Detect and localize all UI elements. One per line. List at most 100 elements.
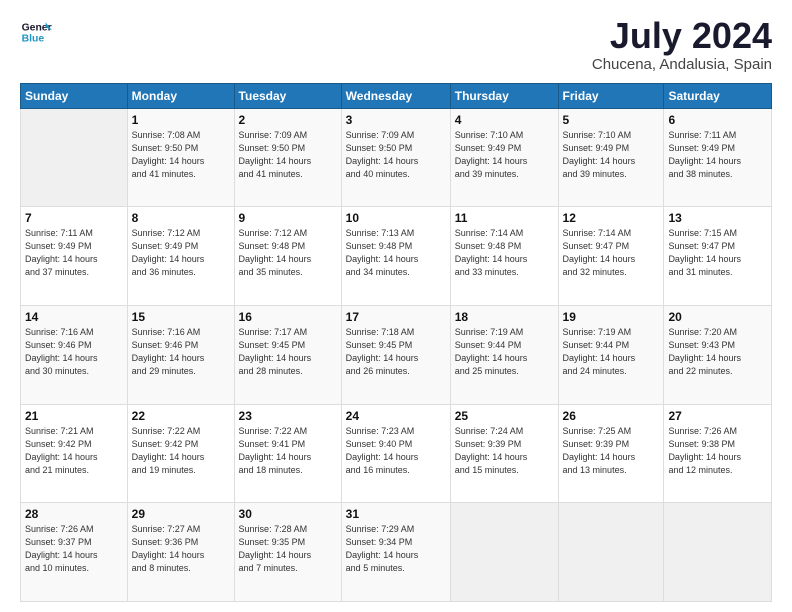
header-thursday: Thursday bbox=[450, 83, 558, 108]
day-number: 11 bbox=[455, 211, 554, 225]
calendar-cell: 3 Sunrise: 7:09 AM Sunset: 9:50 PM Daylig… bbox=[341, 108, 450, 207]
week-row-3: 14 Sunrise: 7:16 AM Sunset: 9:46 PM Dayli… bbox=[21, 305, 772, 404]
day-number: 15 bbox=[132, 310, 230, 324]
calendar-cell: 19 Sunrise: 7:19 AM Sunset: 9:44 PM Dayli… bbox=[558, 305, 664, 404]
day-info: Sunrise: 7:29 AM Sunset: 9:34 PM Dayligh… bbox=[346, 523, 446, 575]
day-info: Sunrise: 7:19 AM Sunset: 9:44 PM Dayligh… bbox=[563, 326, 660, 378]
main-title: July 2024 bbox=[592, 16, 772, 56]
day-number: 13 bbox=[668, 211, 767, 225]
day-info: Sunrise: 7:12 AM Sunset: 9:49 PM Dayligh… bbox=[132, 227, 230, 279]
calendar-cell: 2Sunrise: 7:09 AM Sunset: 9:50 PM Daylig… bbox=[234, 108, 341, 207]
day-info: Sunrise: 7:11 AM Sunset: 9:49 PM Dayligh… bbox=[25, 227, 123, 279]
header-monday: Monday bbox=[127, 83, 234, 108]
day-number: 27 bbox=[668, 409, 767, 423]
day-number: 16 bbox=[239, 310, 337, 324]
calendar-table: Sunday Monday Tuesday Wednesday Thursday… bbox=[20, 83, 772, 602]
day-info: Sunrise: 7:24 AM Sunset: 9:39 PM Dayligh… bbox=[455, 425, 554, 477]
calendar-cell: 31 Sunrise: 7:29 AM Sunset: 9:34 PM Dayli… bbox=[341, 503, 450, 602]
calendar-cell: 23 Sunrise: 7:22 AM Sunset: 9:41 PM Dayli… bbox=[234, 404, 341, 503]
calendar-cell: 28Sunrise: 7:26 AM Sunset: 9:37 PM Dayli… bbox=[21, 503, 128, 602]
day-number: 5 bbox=[563, 113, 660, 127]
week-row-5: 28Sunrise: 7:26 AM Sunset: 9:37 PM Dayli… bbox=[21, 503, 772, 602]
day-number: 10 bbox=[346, 211, 446, 225]
header-sunday: Sunday bbox=[21, 83, 128, 108]
day-info: Sunrise: 7:13 AM Sunset: 9:48 PM Dayligh… bbox=[346, 227, 446, 279]
day-number: 18 bbox=[455, 310, 554, 324]
day-number: 20 bbox=[668, 310, 767, 324]
calendar-cell: 20 Sunrise: 7:20 AM Sunset: 9:43 PM Dayli… bbox=[664, 305, 772, 404]
header-tuesday: Tuesday bbox=[234, 83, 341, 108]
calendar-cell: 8 Sunrise: 7:12 AM Sunset: 9:49 PM Daylig… bbox=[127, 207, 234, 306]
day-number: 8 bbox=[132, 211, 230, 225]
calendar-cell: 18Sunrise: 7:19 AM Sunset: 9:44 PM Dayli… bbox=[450, 305, 558, 404]
day-info: Sunrise: 7:15 AM Sunset: 9:47 PM Dayligh… bbox=[668, 227, 767, 279]
day-info: Sunrise: 7:11 AM Sunset: 9:49 PM Dayligh… bbox=[668, 129, 767, 181]
calendar-cell: 17 Sunrise: 7:18 AM Sunset: 9:45 PM Dayli… bbox=[341, 305, 450, 404]
day-info: Sunrise: 7:25 AM Sunset: 9:39 PM Dayligh… bbox=[563, 425, 660, 477]
calendar-cell: 12 Sunrise: 7:14 AM Sunset: 9:47 PM Dayli… bbox=[558, 207, 664, 306]
header-friday: Friday bbox=[558, 83, 664, 108]
day-info: Sunrise: 7:10 AM Sunset: 9:49 PM Dayligh… bbox=[563, 129, 660, 181]
day-info: Sunrise: 7:09 AM Sunset: 9:50 PM Dayligh… bbox=[346, 129, 446, 181]
day-info: Sunrise: 7:16 AM Sunset: 9:46 PM Dayligh… bbox=[132, 326, 230, 378]
day-number: 7 bbox=[25, 211, 123, 225]
calendar-cell: 27Sunrise: 7:26 AM Sunset: 9:38 PM Dayli… bbox=[664, 404, 772, 503]
day-number: 17 bbox=[346, 310, 446, 324]
calendar-cell: 24 Sunrise: 7:23 AM Sunset: 9:40 PM Dayli… bbox=[341, 404, 450, 503]
subtitle: Chucena, Andalusia, Spain bbox=[592, 56, 772, 73]
calendar-cell: 13 Sunrise: 7:15 AM Sunset: 9:47 PM Dayli… bbox=[664, 207, 772, 306]
header-wednesday: Wednesday bbox=[341, 83, 450, 108]
calendar-cell: 9 Sunrise: 7:12 AM Sunset: 9:48 PM Daylig… bbox=[234, 207, 341, 306]
day-number: 24 bbox=[346, 409, 446, 423]
day-info: Sunrise: 7:22 AM Sunset: 9:42 PM Dayligh… bbox=[132, 425, 230, 477]
day-number: 29 bbox=[132, 507, 230, 521]
day-number: 25 bbox=[455, 409, 554, 423]
day-info: Sunrise: 7:14 AM Sunset: 9:47 PM Dayligh… bbox=[563, 227, 660, 279]
day-info: Sunrise: 7:21 AM Sunset: 9:42 PM Dayligh… bbox=[25, 425, 123, 477]
calendar-cell: 16Sunrise: 7:17 AM Sunset: 9:45 PM Dayli… bbox=[234, 305, 341, 404]
calendar-cell: 1 Sunrise: 7:08 AM Sunset: 9:50 PM Daylig… bbox=[127, 108, 234, 207]
calendar-cell: 15 Sunrise: 7:16 AM Sunset: 9:46 PM Dayli… bbox=[127, 305, 234, 404]
day-number: 22 bbox=[132, 409, 230, 423]
day-number: 14 bbox=[25, 310, 123, 324]
calendar-cell: 7 Sunrise: 7:11 AM Sunset: 9:49 PM Daylig… bbox=[21, 207, 128, 306]
calendar-cell bbox=[558, 503, 664, 602]
page: General Blue July 2024 Chucena, Andalusi… bbox=[0, 0, 792, 612]
calendar-cell: 21Sunrise: 7:21 AM Sunset: 9:42 PM Dayli… bbox=[21, 404, 128, 503]
day-number: 12 bbox=[563, 211, 660, 225]
day-number: 23 bbox=[239, 409, 337, 423]
calendar-cell: 4Sunrise: 7:10 AM Sunset: 9:49 PM Daylig… bbox=[450, 108, 558, 207]
day-info: Sunrise: 7:18 AM Sunset: 9:45 PM Dayligh… bbox=[346, 326, 446, 378]
week-row-1: 1 Sunrise: 7:08 AM Sunset: 9:50 PM Daylig… bbox=[21, 108, 772, 207]
day-info: Sunrise: 7:12 AM Sunset: 9:48 PM Dayligh… bbox=[239, 227, 337, 279]
svg-text:Blue: Blue bbox=[22, 34, 45, 45]
calendar-cell: 11Sunrise: 7:14 AM Sunset: 9:48 PM Dayli… bbox=[450, 207, 558, 306]
day-info: Sunrise: 7:26 AM Sunset: 9:37 PM Dayligh… bbox=[25, 523, 123, 575]
day-info: Sunrise: 7:20 AM Sunset: 9:43 PM Dayligh… bbox=[668, 326, 767, 378]
calendar-cell: 14 Sunrise: 7:16 AM Sunset: 9:46 PM Dayli… bbox=[21, 305, 128, 404]
calendar-cell bbox=[21, 108, 128, 207]
day-number: 4 bbox=[455, 113, 554, 127]
day-number: 3 bbox=[346, 113, 446, 127]
header-saturday: Saturday bbox=[664, 83, 772, 108]
day-info: Sunrise: 7:16 AM Sunset: 9:46 PM Dayligh… bbox=[25, 326, 123, 378]
calendar-cell: 6 Sunrise: 7:11 AM Sunset: 9:49 PM Daylig… bbox=[664, 108, 772, 207]
day-info: Sunrise: 7:23 AM Sunset: 9:40 PM Dayligh… bbox=[346, 425, 446, 477]
day-number: 9 bbox=[239, 211, 337, 225]
week-row-4: 21Sunrise: 7:21 AM Sunset: 9:42 PM Dayli… bbox=[21, 404, 772, 503]
day-info: Sunrise: 7:27 AM Sunset: 9:36 PM Dayligh… bbox=[132, 523, 230, 575]
calendar-cell: 29 Sunrise: 7:27 AM Sunset: 9:36 PM Dayli… bbox=[127, 503, 234, 602]
calendar-cell: 10 Sunrise: 7:13 AM Sunset: 9:48 PM Dayli… bbox=[341, 207, 450, 306]
day-number: 19 bbox=[563, 310, 660, 324]
calendar-cell: 30Sunrise: 7:28 AM Sunset: 9:35 PM Dayli… bbox=[234, 503, 341, 602]
day-number: 31 bbox=[346, 507, 446, 521]
day-info: Sunrise: 7:09 AM Sunset: 9:50 PM Dayligh… bbox=[239, 129, 337, 181]
calendar-header-row: Sunday Monday Tuesday Wednesday Thursday… bbox=[21, 83, 772, 108]
day-info: Sunrise: 7:08 AM Sunset: 9:50 PM Dayligh… bbox=[132, 129, 230, 181]
calendar-cell: 22 Sunrise: 7:22 AM Sunset: 9:42 PM Dayli… bbox=[127, 404, 234, 503]
day-info: Sunrise: 7:28 AM Sunset: 9:35 PM Dayligh… bbox=[239, 523, 337, 575]
day-number: 1 bbox=[132, 113, 230, 127]
day-number: 6 bbox=[668, 113, 767, 127]
week-row-2: 7 Sunrise: 7:11 AM Sunset: 9:49 PM Daylig… bbox=[21, 207, 772, 306]
day-info: Sunrise: 7:22 AM Sunset: 9:41 PM Dayligh… bbox=[239, 425, 337, 477]
